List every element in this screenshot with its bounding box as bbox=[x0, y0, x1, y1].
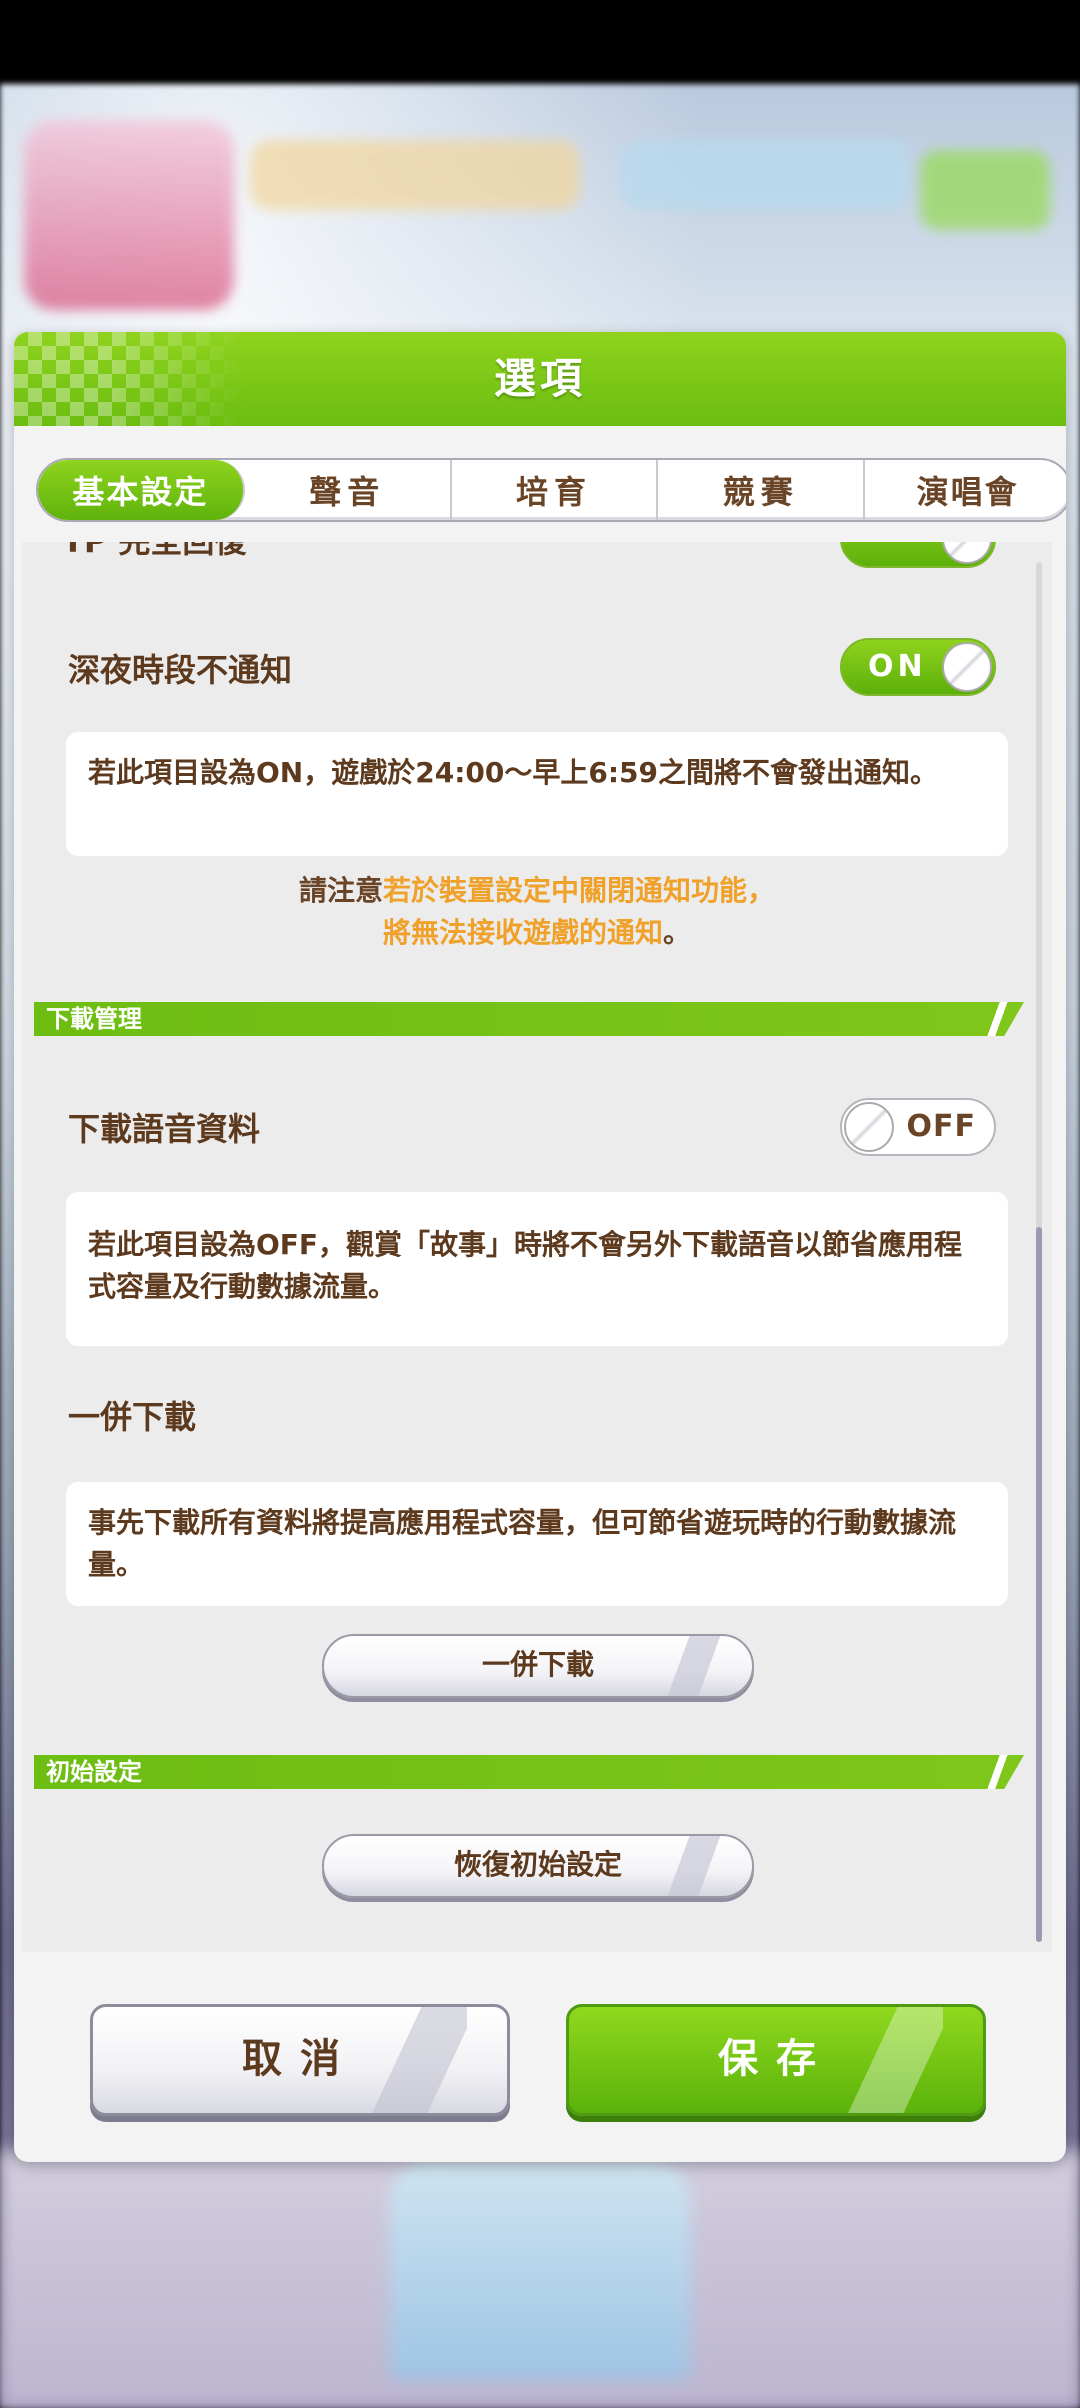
tab-bar: 基本設定 聲音 培育 競賽 演唱會 bbox=[36, 458, 1066, 522]
scrollbar-thumb[interactable] bbox=[1036, 1227, 1042, 1942]
section-title: 初始設定 bbox=[46, 1758, 142, 1786]
night-notify-label: 深夜時段不通知 bbox=[68, 651, 293, 689]
toggle-knob bbox=[942, 542, 992, 564]
toggle-state-text: ON bbox=[868, 649, 927, 684]
dialog-header: 選項 bbox=[14, 332, 1066, 426]
cancel-button[interactable]: 取消 bbox=[90, 2004, 510, 2116]
tab-live[interactable]: 演唱會 bbox=[865, 460, 1066, 520]
status-bar bbox=[0, 0, 1080, 84]
background-currency-bar bbox=[620, 140, 910, 210]
settings-scroll-area[interactable]: TP 完全回復 深夜時段不通知 ON 若此項目設為ON，遊戲於24:00～早上6… bbox=[22, 542, 1052, 1952]
tab-basic-settings[interactable]: 基本設定 bbox=[38, 460, 245, 520]
tab-training[interactable]: 培育 bbox=[452, 460, 659, 520]
reset-defaults-button[interactable]: 恢復初始設定 bbox=[322, 1834, 754, 1898]
night-notify-toggle[interactable]: ON bbox=[840, 638, 996, 696]
voice-download-description: 若此項目設為OFF，觀賞「故事」時將不會另外下載語音以節省應用程式容量及行動數據… bbox=[66, 1192, 1008, 1346]
save-button[interactable]: 保存 bbox=[566, 2004, 986, 2116]
tp-recovery-toggle[interactable] bbox=[840, 542, 996, 568]
bulk-download-button[interactable]: 一併下載 bbox=[322, 1634, 754, 1698]
notification-warning: 請注意若於裝置設定中關閉通知功能， 將無法接收遊戲的通知。 bbox=[298, 874, 776, 949]
tab-sound[interactable]: 聲音 bbox=[245, 460, 452, 520]
night-notify-description: 若此項目設為ON，遊戲於24:00～早上6:59之間將不會發出通知。 bbox=[66, 732, 1008, 856]
background-menu-button bbox=[920, 150, 1050, 230]
background-resource-bar bbox=[250, 140, 580, 210]
voice-download-toggle[interactable]: OFF bbox=[840, 1098, 996, 1156]
scrollbar[interactable] bbox=[1036, 562, 1042, 1942]
tab-race[interactable]: 競賽 bbox=[658, 460, 866, 520]
section-header-reset: 初始設定 bbox=[34, 1755, 1024, 1789]
dialog-title: 選項 bbox=[493, 354, 586, 403]
tp-recovery-label: TP 完全回復 bbox=[62, 542, 246, 562]
toggle-knob bbox=[942, 642, 992, 692]
background-home-building bbox=[390, 2160, 690, 2380]
bulk-download-description: 事先下載所有資料將提高應用程式容量，但可節省遊玩時的行動數據流量。 bbox=[66, 1482, 1008, 1606]
toggle-state-text: OFF bbox=[906, 1109, 976, 1144]
background-rank-badge bbox=[24, 120, 234, 310]
toggle-knob bbox=[844, 1102, 894, 1152]
options-dialog: 選項 基本設定 聲音 培育 競賽 演唱會 TP 完全回復 深夜時段不通知 ON … bbox=[14, 332, 1066, 2162]
voice-download-label: 下載語音資料 bbox=[68, 1110, 261, 1148]
bulk-download-label: 一併下載 bbox=[68, 1398, 197, 1436]
section-title: 下載管理 bbox=[46, 1005, 142, 1033]
section-header-download: 下載管理 bbox=[34, 1002, 1024, 1036]
